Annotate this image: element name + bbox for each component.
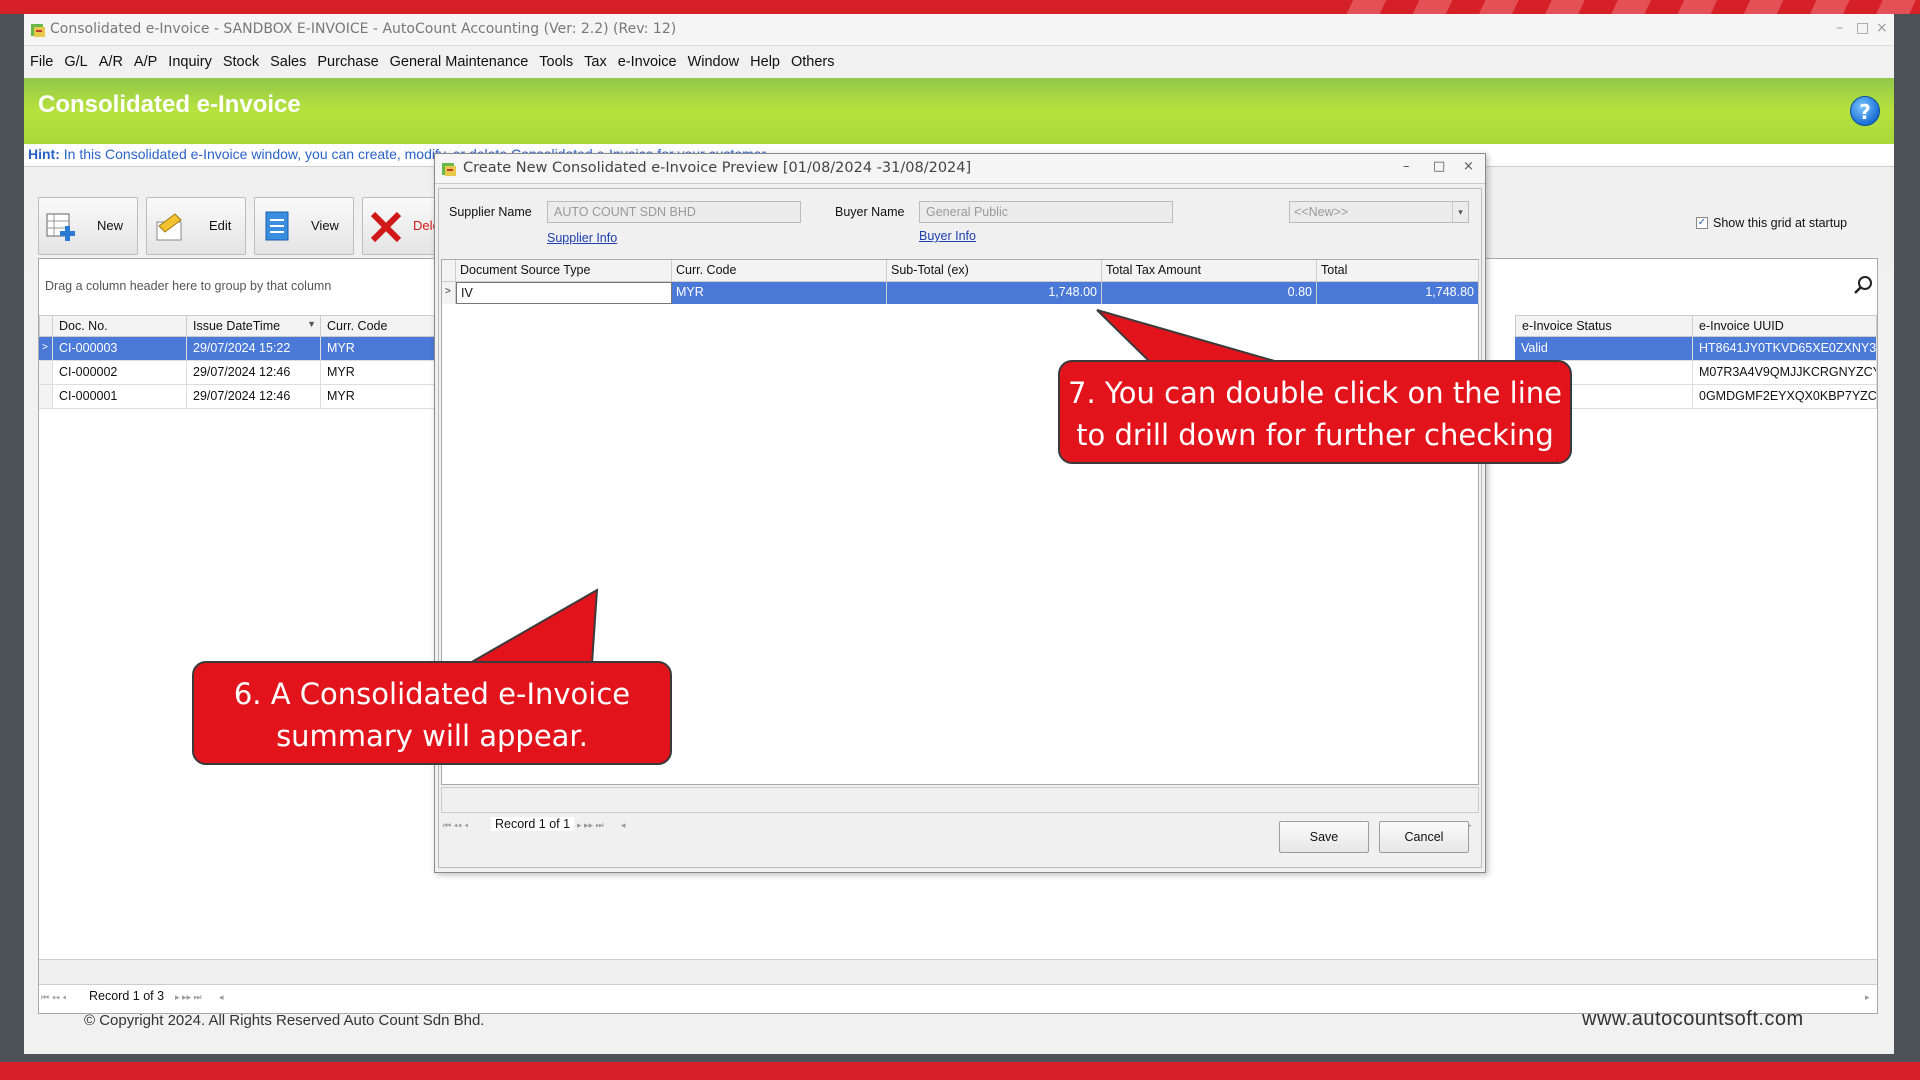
callout-7-line2: to drill down for further checking bbox=[1076, 418, 1554, 452]
callout-step-7: 7. You can double click on the line to d… bbox=[1058, 360, 1572, 464]
copyright-text: © Copyright 2024. All Rights Reserved Au… bbox=[84, 1012, 485, 1029]
website-text: www.autocountsoft.com bbox=[1582, 1008, 1804, 1030]
callout-6-line2: summary will appear. bbox=[276, 719, 588, 753]
bottom-decor-stripe bbox=[0, 1062, 1920, 1080]
callout-6-line1: 6. A Consolidated e-Invoice bbox=[233, 677, 631, 711]
callout-7-line1: 7. You can double click on the line bbox=[1068, 376, 1562, 410]
callout-step-6: 6. A Consolidated e-Invoice summary will… bbox=[192, 661, 672, 765]
callout-tails bbox=[466, 309, 1279, 664]
